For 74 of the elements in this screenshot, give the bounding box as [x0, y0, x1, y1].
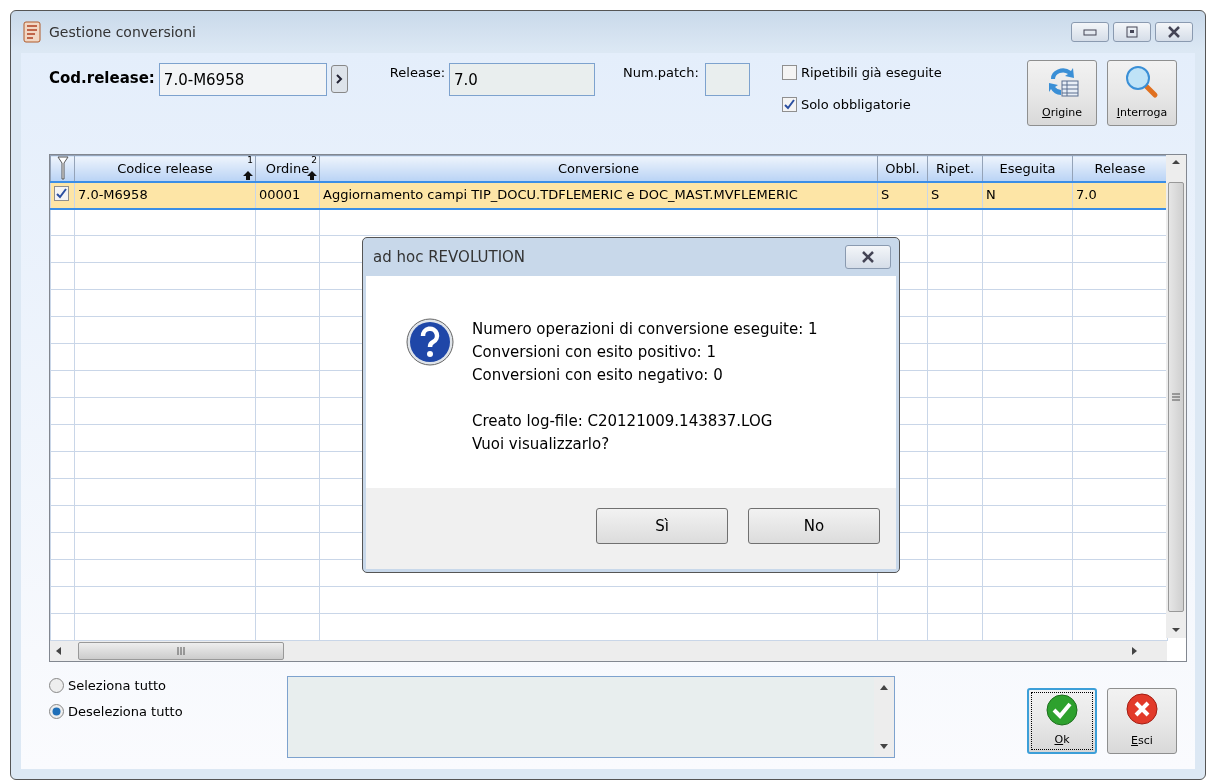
maximize-button[interactable]	[1113, 22, 1151, 42]
exit-button[interactable]: Esci	[1107, 688, 1177, 754]
close-icon	[1126, 693, 1158, 725]
minimize-icon	[1083, 28, 1097, 36]
message-text: Conversioni con esito positivo: 1	[472, 342, 717, 363]
close-button[interactable]	[845, 245, 891, 269]
release-code-field[interactable]: 7.0-M6958	[158, 63, 327, 96]
checkbox-label: Ripetibili già eseguite	[800, 64, 942, 82]
message-text: Numero operazioni di conversione eseguite: 1	[472, 319, 818, 340]
table-cell: 7.0-M6958	[74, 181, 256, 209]
table-row[interactable]: 7.0-M6958 00001 Aggiornamento campi TIP_DOCU.TDFLEMERIC e DOC_MAST.MVFLEMERIC S S N 7.0	[50, 181, 1168, 209]
checkbox[interactable]	[781, 96, 797, 112]
column-header[interactable]: Eseguita	[982, 155, 1073, 182]
checkmark-icon	[783, 98, 795, 110]
column-header[interactable]: Obbl.	[877, 155, 928, 182]
sort-arrow-icon	[243, 170, 253, 180]
search-icon	[1125, 65, 1159, 99]
dialog-button[interactable]: Sì	[596, 508, 728, 544]
scroll-left-icon[interactable]	[54, 646, 64, 656]
field-label: Num.patch:	[623, 64, 699, 82]
radio-dot-icon	[52, 706, 61, 716]
row-checkbox[interactable]	[54, 186, 69, 202]
ok-button[interactable]: Ok	[1027, 688, 1097, 754]
lookup-button[interactable]	[330, 65, 348, 93]
minimize-button[interactable]	[1071, 22, 1109, 42]
radio-button[interactable]	[49, 678, 64, 694]
column-header[interactable]: Release	[1072, 155, 1168, 182]
release-field: 7.0	[449, 63, 596, 96]
checkmark-icon	[56, 188, 67, 200]
notes-field[interactable]	[287, 676, 895, 758]
sort-arrow-icon	[307, 170, 317, 180]
origin-button[interactable]: Origine	[1027, 60, 1097, 126]
column-header[interactable]: Ripet.	[927, 155, 983, 182]
scroll-up-icon[interactable]	[879, 683, 889, 691]
close-button[interactable]	[1155, 22, 1193, 42]
question-icon	[406, 318, 454, 366]
dialog-button[interactable]: No	[748, 508, 880, 544]
vertical-scrollbar[interactable]	[1166, 155, 1186, 638]
table-cell: 7.0	[1072, 181, 1168, 209]
table-cell: Aggiornamento campi TIP_DOCU.TDFLEMERIC e DOC_MAST.MVFLEMERIC	[319, 181, 878, 209]
field-label: Cod.release:	[49, 68, 155, 89]
close-icon	[1167, 26, 1181, 38]
patch-number-field[interactable]	[704, 63, 750, 96]
checkbox-label: Solo obbligatorie	[800, 95, 911, 114]
radio-label: Deseleziona tutto	[68, 702, 183, 721]
filter-icon[interactable]	[56, 156, 69, 181]
column-header[interactable]: Conversione	[319, 155, 878, 182]
message-text: Creato log-file: C20121009.143837.LOG	[472, 411, 774, 432]
message-text: Vuoi visualizzarlo?	[472, 434, 611, 455]
message-text: Conversioni con esito negativo: 0	[472, 365, 724, 386]
radio-button[interactable]	[49, 703, 64, 719]
scroll-right-icon[interactable]	[1129, 646, 1139, 656]
sort-order-number: 2	[311, 156, 317, 165]
query-button[interactable]: Interroga	[1107, 60, 1177, 126]
field-label: Release:	[389, 64, 446, 82]
table-cell: S	[927, 181, 983, 209]
table-cell: N	[982, 181, 1073, 209]
close-icon	[861, 251, 875, 263]
checkmark-icon	[1046, 694, 1078, 726]
chevron-right-icon	[335, 74, 344, 84]
grip-icon	[1172, 392, 1180, 401]
table-cell: S	[877, 181, 928, 209]
table-cell: 00001	[255, 181, 320, 209]
checkbox[interactable]	[781, 65, 797, 81]
column-header[interactable]: Codice release 1	[74, 155, 256, 182]
horizontal-scrollbar[interactable]	[50, 641, 1167, 661]
maximize-icon	[1125, 26, 1139, 38]
sort-order-number: 1	[247, 156, 253, 165]
grip-icon	[177, 647, 185, 655]
form-app-icon	[23, 21, 41, 43]
scroll-down-icon[interactable]	[879, 743, 889, 751]
window-title: Gestione conversioni	[49, 22, 196, 42]
dialog-title: ad hoc REVOLUTION	[373, 246, 526, 268]
radio-label: Seleziona tutto	[68, 677, 167, 695]
